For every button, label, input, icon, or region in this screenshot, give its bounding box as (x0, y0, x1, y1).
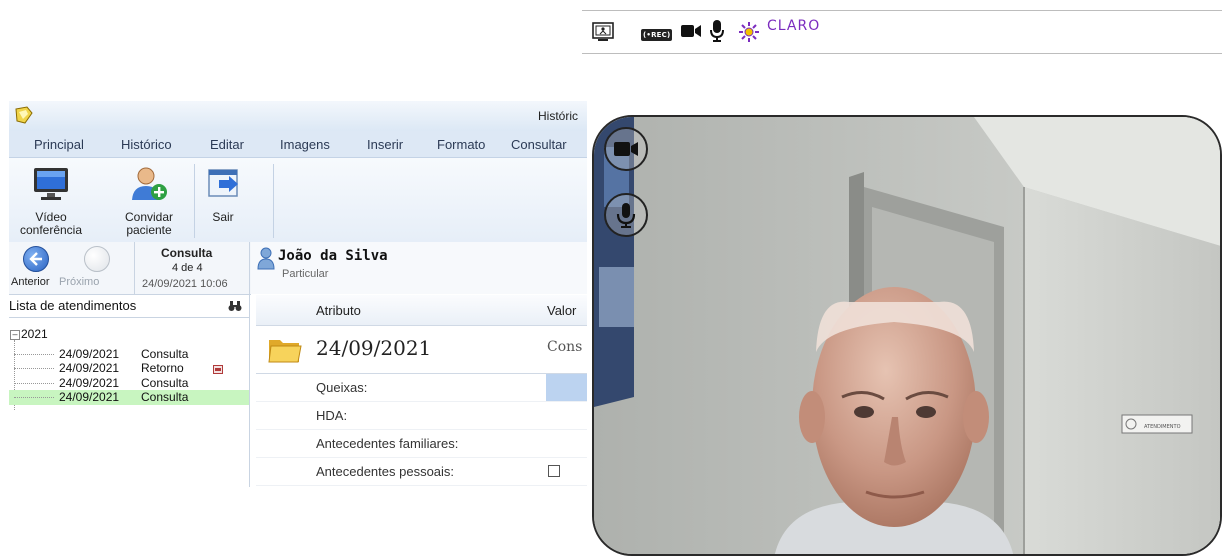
video-feed: ATENDIMENTO (592, 115, 1222, 556)
ribbon-separator (194, 164, 195, 238)
window-titlebar: Históric (9, 101, 587, 131)
next-button[interactable] (84, 246, 110, 272)
invite-patient-label-2: paciente (126, 223, 172, 237)
record-kind: Consulta (161, 246, 213, 260)
list-item-date: 24/09/2021 (59, 376, 120, 390)
exit-label: Sair (212, 210, 234, 224)
folder-icon (268, 334, 302, 369)
record-position: 4 de 4 (172, 262, 203, 274)
menu-consultar[interactable]: Consultar (511, 137, 567, 152)
nav-separator (249, 242, 250, 294)
attribute-value-field[interactable] (546, 430, 587, 457)
app-logo-icon (13, 105, 35, 132)
attribute-row-antecedentes-pessoais[interactable]: Antecedentes pessoais: (256, 458, 587, 486)
theme-toggle-label[interactable]: CLARO (767, 18, 820, 34)
toggle-camera-button[interactable] (604, 127, 648, 171)
list-item[interactable]: 24/09/2021 Retorno (9, 361, 249, 375)
toggle-microphone-button[interactable] (604, 193, 648, 237)
record-icon[interactable]: (•REC) (641, 24, 673, 42)
collapse-toggle[interactable]: – (10, 330, 20, 340)
list-item[interactable]: 24/09/2021 Consulta (9, 376, 249, 390)
record-datetime: 24/09/2021 10:06 (142, 278, 228, 290)
folder-date: 24/09/2021 (316, 336, 432, 360)
attributes-header: Atributo Valor (256, 295, 587, 326)
ribbon-separator (273, 164, 274, 238)
call-toolbar: (•REC) (582, 10, 1222, 54)
attribute-label: Antecedentes pessoais: (316, 464, 455, 479)
menu-formato[interactable]: Formato (437, 137, 485, 152)
attribute-row-hda[interactable]: HDA: (256, 402, 587, 430)
column-attribute[interactable]: Atributo (316, 303, 361, 318)
door-sign-text: ATENDIMENTO (1144, 424, 1181, 430)
list-header: Lista de atendimentos (9, 295, 249, 318)
menu-imagens[interactable]: Imagens (280, 137, 330, 152)
list-title: Lista de atendimentos (9, 298, 137, 313)
attribute-value-field[interactable] (546, 374, 587, 401)
attribute-label: HDA: (316, 408, 348, 423)
webcam-image: ATENDIMENTO (594, 117, 1220, 554)
record-navigation-bar: Anterior Próximo Consulta 4 de 4 24/09/2… (9, 242, 251, 295)
menu-editar[interactable]: Editar (210, 137, 244, 152)
microphone-icon (616, 203, 636, 228)
list-item-date: 24/09/2021 (59, 347, 120, 361)
nav-separator (134, 242, 135, 294)
patient-header: João da Silva Particular (251, 242, 587, 294)
folder-value: Cons (547, 339, 583, 355)
arrow-left-icon (29, 252, 42, 266)
list-item-type: Consulta (141, 376, 189, 390)
exit-icon (203, 166, 243, 205)
attribute-value-field[interactable] (546, 458, 587, 485)
binoculars-icon[interactable] (228, 299, 242, 317)
menu-inserir[interactable]: Inserir (367, 137, 403, 152)
attribute-label: Antecedentes familiares: (316, 436, 459, 451)
list-item-type: Retorno (141, 361, 184, 375)
medical-app-window: Históric Principal Histórico Editar Imag… (9, 101, 587, 487)
add-user-icon (129, 166, 169, 205)
attribute-row-queixas[interactable]: Queixas: (256, 374, 587, 402)
patient-name: João da Silva (278, 248, 388, 264)
menu-historico[interactable]: Histórico (121, 137, 172, 152)
attribute-value-field[interactable] (546, 402, 587, 429)
list-item-date: 24/09/2021 (59, 361, 120, 375)
list-item[interactable]: 24/09/2021 Consulta (9, 347, 249, 361)
ribbon-toolbar: Vídeo conferência Convidar paciente Sair (9, 158, 587, 243)
attachment-icon (213, 363, 223, 377)
date-folder-row[interactable]: 24/09/2021 Cons (256, 326, 587, 374)
appointments-list-panel: Lista de atendimentos – 2021 24/09/2021 … (9, 295, 250, 487)
brightness-icon[interactable] (739, 22, 759, 47)
next-label: Próximo (59, 276, 100, 288)
camera-icon (614, 142, 638, 156)
video-conference-label-2: conferência (19, 223, 83, 237)
exit-button[interactable]: Sair (197, 158, 249, 224)
checkbox[interactable] (548, 465, 560, 477)
list-item-type: Consulta (141, 390, 189, 404)
attribute-label: Queixas: (316, 380, 368, 395)
list-item-type: Consulta (141, 347, 189, 361)
microphone-icon[interactable] (710, 20, 724, 47)
year-node[interactable]: 2021 (21, 327, 48, 341)
record-label: (•REC) (641, 29, 673, 41)
previous-label: Anterior (11, 276, 50, 288)
camera-icon[interactable] (681, 24, 701, 43)
monitor-icon (31, 166, 71, 205)
menu-principal[interactable]: Principal (34, 137, 84, 152)
video-conference-button[interactable]: Vídeo conferência (15, 158, 87, 237)
list-item-selected[interactable]: 24/09/2021 Consulta (9, 390, 249, 405)
previous-button[interactable] (23, 246, 49, 272)
screen-share-icon[interactable] (591, 20, 615, 49)
invite-patient-button[interactable]: Convidar paciente (119, 158, 179, 237)
window-title: Históric (538, 109, 579, 123)
patient-icon (257, 246, 275, 275)
menu-bar: Principal Histórico Editar Imagens Inser… (9, 131, 587, 158)
list-item-date: 24/09/2021 (59, 390, 120, 404)
patient-type: Particular (282, 268, 329, 280)
column-value[interactable]: Valor (547, 303, 576, 318)
attributes-panel: Atributo Valor 24/09/2021 Cons Queixas: … (256, 295, 587, 487)
attribute-row-antecedentes-familiares[interactable]: Antecedentes familiares: (256, 430, 587, 458)
